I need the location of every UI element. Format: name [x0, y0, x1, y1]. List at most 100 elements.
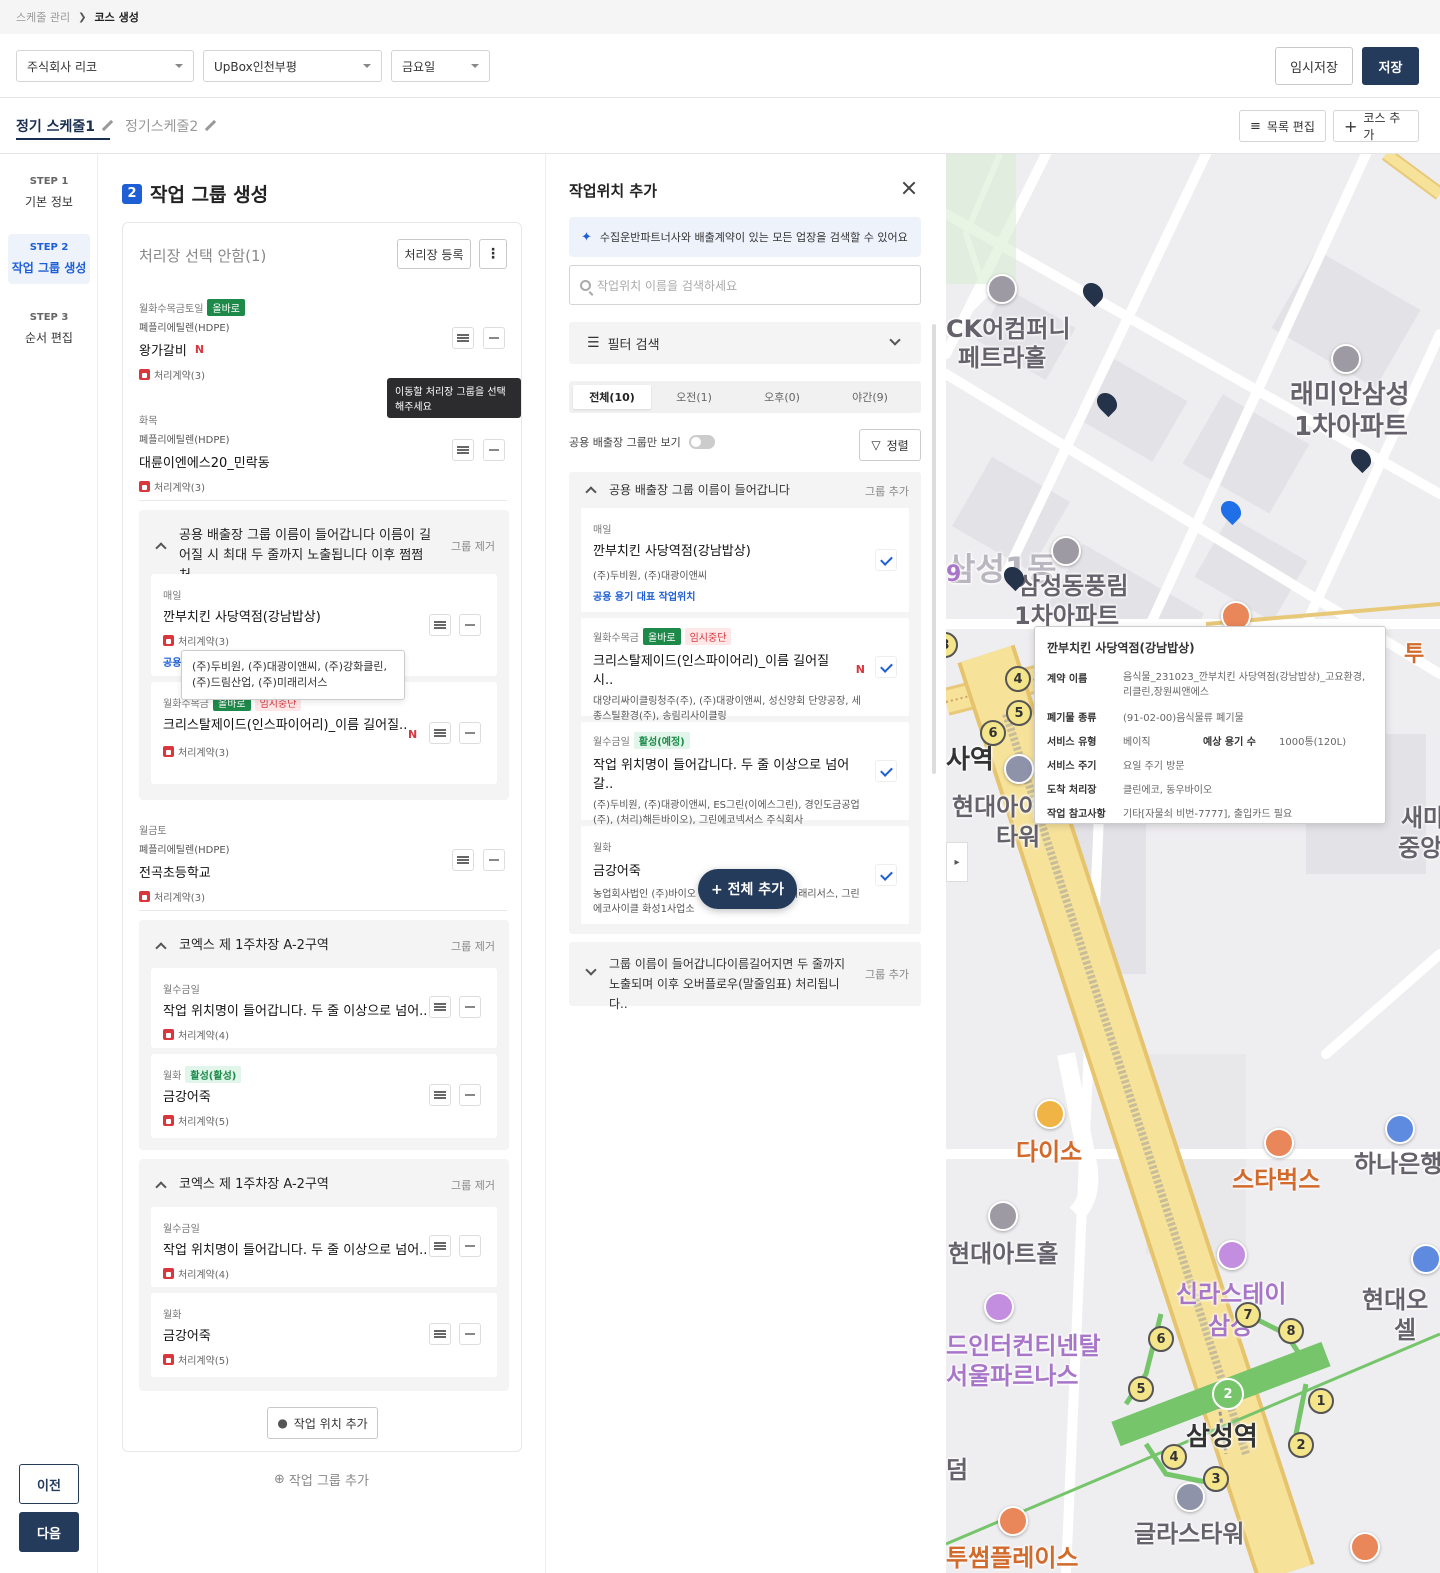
step-1[interactable]: STEP 1 기본 정보 [8, 168, 90, 218]
list-item[interactable]: 월수금일 작업 위치명이 들어갑니다. 두 줄 이상으로 넘어.. 처리계약(4… [151, 968, 497, 1048]
schedule-tabs: 정기 스케줄1 정기스케줄2 ≡ 목록 편집 + 코스 추가 [0, 98, 1440, 154]
move-group-button[interactable] [452, 849, 474, 871]
chevron-up-icon[interactable] [155, 942, 167, 954]
move-group-button[interactable] [452, 439, 474, 461]
remove-button[interactable] [483, 439, 505, 461]
register-plant-button[interactable]: 처리장 등록 [397, 239, 471, 269]
temp-save-button[interactable]: 임시저장 [1275, 47, 1353, 85]
building-icon[interactable] [1175, 1482, 1205, 1512]
result-item[interactable]: 매일 깐부치킨 사당역점(강남밥상) (주)두비원, (주)대광이앤씨 공용 용… [581, 508, 909, 612]
shop-icon[interactable] [1035, 1099, 1065, 1129]
segment-afternoon[interactable]: 오후(0) [743, 385, 821, 409]
breadcrumb-parent[interactable]: 스케줄 관리 [16, 9, 70, 25]
add-all-button[interactable]: + 전체 추가 [698, 869, 797, 909]
branch-select[interactable]: UpBox인천부평 [203, 50, 382, 82]
hotel-icon[interactable] [984, 1292, 1014, 1322]
apartment-icon[interactable] [1331, 344, 1361, 374]
building-icon[interactable] [1004, 754, 1034, 784]
list-item[interactable]: 월화 금강어죽 처리계약(5) [151, 1293, 497, 1377]
chevron-right-icon: ▸ [954, 856, 960, 868]
segment-night[interactable]: 야간(9) [831, 385, 909, 409]
remove-button[interactable] [459, 1084, 481, 1106]
add-group-button[interactable]: 그룹 추가 [865, 483, 909, 499]
remove-group-button[interactable]: 그룹 제거 [451, 1177, 495, 1193]
remove-group-button[interactable]: 그룹 제거 [451, 538, 495, 554]
remove-button[interactable] [459, 996, 481, 1018]
step-3[interactable]: STEP 3 순서 편집 [8, 304, 90, 354]
edit-list-button[interactable]: ≡ 목록 편집 [1239, 110, 1326, 142]
day-select[interactable]: 금요일 [391, 50, 490, 82]
shared-only-toggle[interactable] [688, 435, 715, 449]
prev-button[interactable]: 이전 [19, 1464, 79, 1504]
list-move-icon [457, 446, 469, 454]
add-group-button[interactable]: 그룹 추가 [865, 966, 909, 982]
bank-icon[interactable] [1385, 1114, 1415, 1144]
filter-search-toggle[interactable]: ☰ 필터 검색 [569, 322, 921, 364]
remove-button[interactable] [459, 722, 481, 744]
more-icon[interactable]: ⋮ [479, 239, 507, 269]
check-icon[interactable] [875, 760, 897, 782]
remove-button[interactable] [483, 327, 505, 349]
bakery-icon[interactable] [1350, 1532, 1380, 1562]
popup-key: 서비스 유형 [1047, 737, 1097, 748]
building-icon[interactable] [1411, 1244, 1440, 1274]
result-item[interactable]: 월화수목금 올바로 임시중단 크리스탈제이드(인스파이어리)_이름 길어질시.. N … [581, 618, 909, 722]
add-group-button[interactable]: ⊕ 작업 그룹 추가 [274, 1470, 369, 1489]
move-group-button[interactable] [429, 996, 451, 1018]
theater-icon[interactable] [987, 274, 1017, 304]
move-group-button[interactable] [429, 614, 451, 636]
remove-button[interactable] [483, 849, 505, 871]
remove-button[interactable] [459, 614, 481, 636]
add-group-label: 작업 그룹 추가 [288, 1474, 369, 1489]
chevron-up-icon[interactable] [155, 542, 167, 554]
move-group-button[interactable] [429, 1235, 451, 1257]
chevron-down-icon[interactable] [585, 964, 597, 976]
chevron-up-icon[interactable] [585, 486, 597, 498]
close-icon[interactable] [901, 180, 917, 196]
panel-scrollbar[interactable] [932, 324, 936, 774]
move-group-button[interactable] [452, 327, 474, 349]
step-label: 순서 편집 [25, 331, 73, 345]
cafe-icon[interactable] [998, 1506, 1028, 1536]
representative-link[interactable]: 공용 용기 대표 작업위치 [593, 588, 863, 603]
tab-schedule-1[interactable]: 정기 스케줄1 [16, 116, 113, 136]
sort-button[interactable]: ▽ 정렬 [859, 429, 921, 461]
tab-schedule-2[interactable]: 정기스케줄2 [125, 116, 216, 136]
company-select[interactable]: 주식회사 리코 [16, 50, 194, 82]
location-search-input[interactable]: 작업위치 이름을 검색하세요 [569, 265, 921, 305]
segment-morning[interactable]: 오전(1) [655, 385, 733, 409]
pencil-icon[interactable] [101, 120, 113, 132]
segment-all[interactable]: 전체(10) [573, 385, 651, 409]
save-button[interactable]: 저장 [1362, 47, 1419, 85]
apartment-icon[interactable] [1051, 536, 1081, 566]
move-group-button[interactable] [429, 722, 451, 744]
move-group-button[interactable] [429, 1323, 451, 1345]
check-icon[interactable] [875, 549, 897, 571]
remove-button[interactable] [459, 1323, 481, 1345]
result-item[interactable]: 월수금일 활성(예정) 작업 위치명이 들어갑니다. 두 줄 이상으로 넘어갈..… [581, 722, 909, 826]
next-button[interactable]: 다음 [19, 1512, 79, 1552]
map-label: 투 [1404, 642, 1425, 667]
map-view[interactable]: CK어컴퍼니 페트라홀 래미안삼성 1차아파트 삼성1동 9 삼성동풍림 1차아… [946, 154, 1440, 1573]
add-course-button[interactable]: + 코스 추가 [1333, 110, 1419, 142]
status-badge: 임시중단 [684, 627, 732, 645]
move-group-button[interactable] [429, 1084, 451, 1106]
contract-icon [163, 1268, 174, 1279]
contract-icon [163, 1029, 174, 1040]
check-icon[interactable] [875, 656, 897, 678]
step-2[interactable]: STEP 2 작업 그룹 생성 [8, 234, 90, 284]
expand-panel-button[interactable]: ▸ [946, 842, 968, 882]
list-item[interactable]: 월수금일 작업 위치명이 들어갑니다. 두 줄 이상으로 넘어.. 처리계약(4… [151, 1207, 497, 1287]
cafe-icon[interactable] [1264, 1128, 1294, 1158]
remove-group-button[interactable]: 그룹 제거 [451, 938, 495, 954]
hotel-icon[interactable] [1217, 1240, 1247, 1270]
chevron-up-icon[interactable] [155, 1181, 167, 1193]
item-partners-line2: 에코사이클 화성1사업소 [593, 904, 695, 915]
pencil-icon[interactable] [204, 120, 216, 132]
new-badge: N [855, 662, 865, 676]
remove-button[interactable] [459, 1235, 481, 1257]
list-item[interactable]: 월화 활성(활성) 금강어죽 처리계약(5) [151, 1054, 497, 1138]
check-icon[interactable] [875, 864, 897, 886]
theater-icon[interactable] [988, 1201, 1018, 1231]
add-location-button[interactable]: ● 작업 위치 추가 [267, 1407, 378, 1439]
